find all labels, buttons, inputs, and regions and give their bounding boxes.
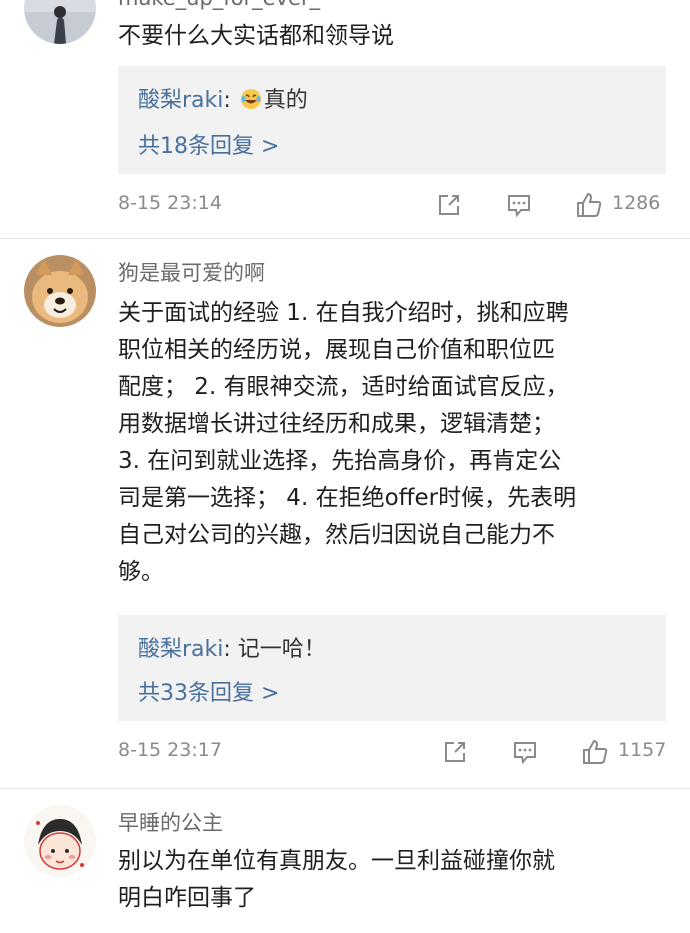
like-icon[interactable] — [580, 737, 610, 767]
share-icon[interactable] — [434, 190, 464, 220]
comment-meta: 8-15 23:14 1286 — [118, 190, 678, 220]
share-icon[interactable] — [440, 737, 470, 767]
reply-line: 酸梨raki: 记一哈！ — [138, 631, 326, 663]
laughing-tears-emoji — [240, 89, 261, 109]
comment-text: 不要什么大实话都和领导说 — [118, 23, 394, 49]
avatar[interactable] — [24, 0, 96, 44]
comment-time: 8-15 23:17 — [118, 739, 222, 761]
avatar[interactable] — [24, 805, 96, 877]
comment-text-line: 自己对公司的兴趣，然后归因说自己能力不 — [118, 522, 555, 548]
like-count: 1286 — [612, 192, 661, 214]
comment-text: 关于面试的经验 1. 在自我介绍时，挑和应聘 职位相关的经历说，展现自己价值和职… — [118, 295, 678, 591]
comment-item: 狗是最可爱的啊 关于面试的经验 1. 在自我介绍时，挑和应聘 职位相关的经历说，… — [0, 239, 690, 789]
reply-preview[interactable]: 酸梨raki: 真的 共18条回复 > — [118, 66, 666, 174]
reply-text: 记一哈！ — [237, 637, 326, 662]
comment-meta: 8-15 23:17 1157 — [118, 737, 678, 767]
comment-item: make_up_for_ever_ 不要什么大实话都和领导说 酸梨raki: 真… — [0, 0, 690, 238]
reply-count-link[interactable]: 共33条回复 > — [138, 675, 279, 707]
comment-username[interactable]: make_up_for_ever_ — [118, 0, 320, 10]
comment-text-line: 别以为在单位有真朋友。一旦利益碰撞你就 — [118, 848, 555, 874]
comment-text-line: 明白咋回事了 — [118, 885, 256, 911]
reply-line: 酸梨raki: 真的 — [138, 82, 308, 114]
reply-preview[interactable]: 酸梨raki: 记一哈！ 共33条回复 > — [118, 615, 666, 721]
comment-text-line: 司是第一选择； 4. 在拒绝offer时候，先表明 — [118, 485, 577, 511]
comment-text-line: 关于面试的经验 1. 在自我介绍时，挑和应聘 — [118, 300, 569, 326]
reply-text: 真的 — [263, 88, 308, 113]
comment-username[interactable]: 早睡的公主 — [118, 807, 223, 837]
comment-time: 8-15 23:14 — [118, 192, 222, 214]
reply-author[interactable]: 酸梨raki — [138, 88, 223, 113]
comment-text-line: 配度； 2. 有眼神交流，适时给面试官反应， — [118, 374, 569, 400]
comment-text-line: 3. 在问到就业选择，先抬高身价，再肯定公 — [118, 448, 562, 474]
comment-text-line: 够。 — [118, 559, 164, 585]
comment-text: 别以为在单位有真朋友。一旦利益碰撞你就 明白咋回事了 — [118, 843, 678, 917]
like-icon[interactable] — [574, 190, 604, 220]
comment-text-line: 职位相关的经历说，展现自己价值和职位匹 — [118, 337, 555, 363]
reply-author[interactable]: 酸梨raki — [138, 637, 223, 662]
avatar[interactable] — [24, 255, 96, 327]
reply-count-link[interactable]: 共18条回复 > — [138, 128, 279, 160]
comment-icon[interactable] — [504, 190, 534, 220]
comment-text-line: 用数据增长讲过往经历和成果，逻辑清楚； — [118, 411, 555, 437]
comment-icon[interactable] — [510, 737, 540, 767]
reply-separator: : — [223, 637, 238, 662]
reply-separator: : — [223, 88, 238, 113]
comment-item: 早睡的公主 别以为在单位有真朋友。一旦利益碰撞你就 明白咋回事了 — [0, 789, 690, 933]
like-count: 1157 — [618, 739, 667, 761]
comment-username[interactable]: 狗是最可爱的啊 — [118, 257, 265, 287]
